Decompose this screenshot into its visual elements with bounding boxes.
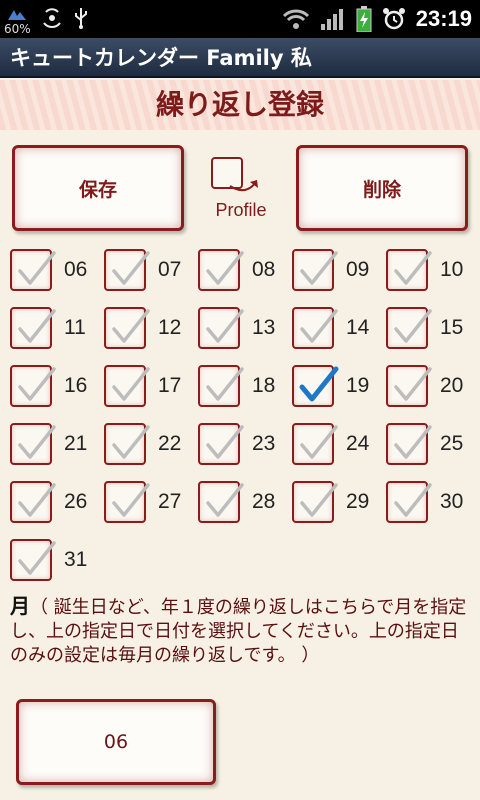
day-label: 10	[440, 258, 464, 281]
checkbox-unchecked-icon	[10, 365, 56, 407]
checkbox-unchecked-icon	[292, 307, 338, 349]
day-label: 15	[440, 316, 464, 339]
day-checkbox-25[interactable]: 25	[386, 419, 476, 469]
day-checkbox-09[interactable]: 09	[292, 245, 382, 295]
day-label: 14	[346, 316, 370, 339]
day-checkbox-17[interactable]: 17	[104, 361, 194, 411]
day-checkbox-30[interactable]: 30	[386, 477, 476, 527]
day-label: 13	[252, 316, 276, 339]
profile-label: Profile	[215, 200, 267, 220]
day-checkbox-20[interactable]: 20	[386, 361, 476, 411]
wifi-icon	[282, 8, 310, 30]
checkbox-unchecked-icon	[10, 539, 56, 581]
day-checkbox-14[interactable]: 14	[292, 303, 382, 353]
day-checkbox-11[interactable]: 11	[10, 303, 100, 353]
day-checkbox-15[interactable]: 15	[386, 303, 476, 353]
day-label: 29	[346, 490, 370, 513]
battery-icon: 60%	[4, 8, 31, 36]
month-note: 月（ 誕生日など、年１度の繰り返しはこちらで月を指定し、上の指定日で日付を選択し…	[10, 594, 472, 668]
day-checkbox-19[interactable]: 19	[292, 361, 382, 411]
day-label: 27	[158, 490, 182, 513]
day-label: 06	[64, 258, 88, 281]
day-checkbox-26[interactable]: 26	[10, 477, 100, 527]
checkbox-unchecked-icon	[10, 249, 56, 291]
month-select-button[interactable]: 06	[16, 699, 216, 785]
day-label: 16	[64, 374, 88, 397]
profile-icon	[211, 157, 258, 192]
checkbox-checked-icon	[292, 365, 339, 407]
checkbox-unchecked-icon	[292, 423, 338, 465]
day-label: 11	[64, 316, 86, 339]
app-title: キュートカレンダー Family 私	[0, 38, 480, 78]
day-checkbox-27[interactable]: 27	[104, 477, 194, 527]
day-label: 21	[64, 432, 88, 455]
checkbox-unchecked-icon	[104, 249, 150, 291]
clock: 23:19	[415, 6, 472, 31]
checkbox-unchecked-icon	[198, 423, 244, 465]
day-checkbox-12[interactable]: 12	[104, 303, 194, 353]
checkbox-unchecked-icon	[292, 481, 338, 523]
day-label: 12	[158, 316, 182, 339]
day-checkbox-22[interactable]: 22	[104, 419, 194, 469]
checkbox-unchecked-icon	[10, 307, 56, 349]
day-label: 31	[64, 548, 88, 571]
checkbox-unchecked-icon	[198, 249, 244, 291]
checkbox-unchecked-icon	[198, 307, 244, 349]
day-checkbox-21[interactable]: 21	[10, 419, 100, 469]
status-bar: 60% 23:19	[0, 0, 480, 38]
month-word: 月	[10, 594, 30, 618]
checkbox-unchecked-icon	[104, 307, 150, 349]
checkbox-unchecked-icon	[10, 481, 56, 523]
day-checkbox-28[interactable]: 28	[198, 477, 288, 527]
month-note-text: （ 誕生日など、年１度の繰り返しはこちらで月を指定し、上の指定日で日付を選択して…	[10, 597, 467, 666]
battery-charging-icon	[356, 6, 372, 32]
day-checkbox-16[interactable]: 16	[10, 361, 100, 411]
day-label: 24	[346, 432, 370, 455]
day-label: 07	[158, 258, 182, 281]
checkbox-unchecked-icon	[386, 307, 432, 349]
day-checkbox-13[interactable]: 13	[198, 303, 288, 353]
alarm-icon	[382, 7, 406, 31]
checkbox-unchecked-icon	[386, 423, 432, 465]
day-label: 08	[252, 258, 276, 281]
day-checkbox-10[interactable]: 10	[386, 245, 476, 295]
day-checkbox-23[interactable]: 23	[198, 419, 288, 469]
day-checkbox-29[interactable]: 29	[292, 477, 382, 527]
day-checkbox-06[interactable]: 06	[10, 245, 100, 295]
usb-icon	[73, 6, 89, 30]
wifi-hotspot-icon	[41, 6, 63, 30]
checkbox-unchecked-icon	[104, 423, 150, 465]
day-checkbox-31[interactable]: 31	[10, 535, 100, 585]
battery-percent: 60%	[4, 22, 31, 36]
checkbox-unchecked-icon	[198, 481, 244, 523]
day-label: 26	[64, 490, 88, 513]
day-checkbox-24[interactable]: 24	[292, 419, 382, 469]
profile-button[interactable]: Profile	[206, 152, 276, 226]
day-checkbox-18[interactable]: 18	[198, 361, 288, 411]
save-button[interactable]: 保存	[12, 145, 184, 231]
day-label: 28	[252, 490, 276, 513]
day-label: 09	[346, 258, 370, 281]
day-label: 20	[440, 374, 464, 397]
day-label: 30	[440, 490, 464, 513]
day-label: 17	[158, 374, 182, 397]
checkbox-unchecked-icon	[10, 423, 56, 465]
checkbox-unchecked-icon	[104, 481, 150, 523]
checkbox-unchecked-icon	[104, 365, 150, 407]
day-label: 18	[252, 374, 276, 397]
day-label: 22	[158, 432, 182, 455]
delete-button[interactable]: 削除	[296, 145, 468, 231]
day-label: 25	[440, 432, 464, 455]
signal-icon	[320, 8, 346, 30]
day-label: 19	[346, 374, 370, 397]
day-checkbox-08[interactable]: 08	[198, 245, 288, 295]
day-label: 23	[252, 432, 276, 455]
checkbox-unchecked-icon	[386, 365, 432, 407]
checkbox-unchecked-icon	[198, 365, 244, 407]
page-title: 繰り返し登録	[0, 80, 480, 130]
checkbox-unchecked-icon	[386, 481, 432, 523]
checkbox-unchecked-icon	[292, 249, 338, 291]
day-checkbox-07[interactable]: 07	[104, 245, 194, 295]
checkbox-unchecked-icon	[386, 249, 432, 291]
